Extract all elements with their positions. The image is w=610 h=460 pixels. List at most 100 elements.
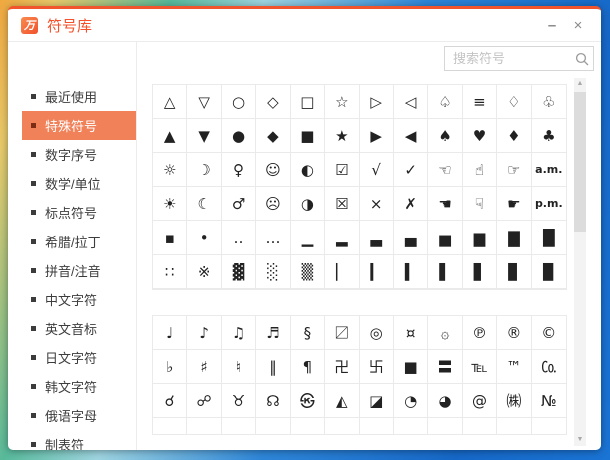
symbol-cell[interactable]: ░ bbox=[256, 255, 290, 289]
symbol-cell[interactable]: ㉿ bbox=[291, 384, 325, 418]
symbol-cell[interactable]: ◭ bbox=[325, 384, 359, 418]
symbol-cell[interactable]: ◔ bbox=[394, 384, 428, 418]
symbol-cell[interactable]: ▏ bbox=[325, 255, 359, 289]
symbol-cell[interactable]: ▲ bbox=[153, 119, 187, 153]
symbol-cell[interactable]: ※ bbox=[187, 255, 221, 289]
symbol-cell[interactable]: ☌ bbox=[153, 384, 187, 418]
sidebar-item-english-phonetic[interactable]: 英文音标 bbox=[22, 314, 136, 343]
symbol-cell[interactable]: ♠ bbox=[428, 119, 462, 153]
symbol-cell[interactable]: ㏇ bbox=[532, 350, 566, 384]
symbol-cell[interactable]: ▎ bbox=[360, 255, 394, 289]
symbol-cell[interactable]: ☝ bbox=[463, 153, 497, 187]
symbol-cell[interactable]: ▼ bbox=[187, 119, 221, 153]
symbol-cell[interactable]: ≡ bbox=[463, 85, 497, 119]
sidebar-item-japanese-chars[interactable]: 日文字符 bbox=[22, 343, 136, 372]
minimize-button[interactable]: – bbox=[539, 14, 565, 36]
symbol-cell[interactable]: ▽ bbox=[187, 85, 221, 119]
symbol-cell[interactable]: ◎ bbox=[360, 316, 394, 350]
symbol-cell[interactable]: ♭ bbox=[153, 350, 187, 384]
symbol-cell[interactable]: ♬ bbox=[256, 316, 290, 350]
symbol-cell[interactable]: ☀ bbox=[153, 187, 187, 221]
symbol-cell[interactable]: ▍ bbox=[394, 255, 428, 289]
scrollbar[interactable]: ▲ ▼ bbox=[574, 78, 586, 446]
sidebar-item-recent[interactable]: 最近使用 bbox=[22, 82, 136, 111]
symbol-cell[interactable]: ☾ bbox=[187, 187, 221, 221]
symbol-cell[interactable]: ¶ bbox=[291, 350, 325, 384]
symbol-cell[interactable]: ♤ bbox=[428, 85, 462, 119]
symbol-cell[interactable]: ♀ bbox=[222, 153, 256, 187]
sidebar-item-math-unit[interactable]: 数学/单位 bbox=[22, 169, 136, 198]
symbol-cell[interactable]: ☟ bbox=[463, 187, 497, 221]
symbol-cell[interactable]: ✓ bbox=[394, 153, 428, 187]
symbol-cell[interactable]: ♉ bbox=[222, 384, 256, 418]
symbol-cell[interactable]: ◕ bbox=[428, 384, 462, 418]
symbol-cell[interactable]: ♮ bbox=[222, 350, 256, 384]
symbol-cell[interactable]: ☒ bbox=[325, 187, 359, 221]
symbol-cell[interactable]: ▶ bbox=[360, 119, 394, 153]
sidebar-item-russian-letters[interactable]: 俄语字母 bbox=[22, 401, 136, 430]
symbol-cell[interactable]: p.m. bbox=[532, 187, 566, 221]
symbol-cell[interactable]: ▂ bbox=[325, 221, 359, 255]
symbol-cell[interactable]: ‖ bbox=[256, 350, 290, 384]
symbol-cell[interactable]: 〼 bbox=[325, 316, 359, 350]
close-button[interactable]: × bbox=[565, 14, 591, 36]
scroll-up-icon[interactable]: ▲ bbox=[577, 78, 584, 90]
symbol-cell[interactable]: ▪ bbox=[153, 221, 187, 255]
sidebar-item-korean-chars[interactable]: 韩文字符 bbox=[22, 372, 136, 401]
symbol-cell[interactable]: ☺ bbox=[256, 153, 290, 187]
symbol-cell[interactable]: ★ bbox=[325, 119, 359, 153]
sidebar-item-chinese-chars[interactable]: 中文字符 bbox=[22, 285, 136, 314]
symbol-cell[interactable]: ♯ bbox=[187, 350, 221, 384]
symbol-cell[interactable]: × bbox=[360, 187, 394, 221]
symbol-cell[interactable]: ☜ bbox=[428, 153, 462, 187]
symbol-cell[interactable]: ◑ bbox=[291, 187, 325, 221]
symbol-cell[interactable]: ▄ bbox=[394, 221, 428, 255]
symbol-cell[interactable]: ■ bbox=[291, 119, 325, 153]
symbol-cell[interactable]: ▌ bbox=[428, 255, 462, 289]
symbol-cell[interactable]: ▇ bbox=[497, 221, 531, 255]
symbol-cell[interactable]: ■ bbox=[394, 350, 428, 384]
symbol-cell[interactable]: ♂ bbox=[222, 187, 256, 221]
symbol-cell[interactable]: ▅ bbox=[428, 221, 462, 255]
symbol-cell[interactable]: ♧ bbox=[532, 85, 566, 119]
sidebar-item-special[interactable]: 特殊符号 bbox=[22, 111, 136, 140]
symbol-cell[interactable]: § bbox=[291, 316, 325, 350]
symbol-cell[interactable]: ☚ bbox=[428, 187, 462, 221]
symbol-cell[interactable]: ▁ bbox=[291, 221, 325, 255]
symbol-cell[interactable]: √ bbox=[360, 153, 394, 187]
symbol-cell[interactable]: ☹ bbox=[256, 187, 290, 221]
symbol-cell[interactable]: ☞ bbox=[497, 153, 531, 187]
scrollbar-track[interactable] bbox=[574, 90, 586, 434]
symbol-cell[interactable]: … bbox=[256, 221, 290, 255]
symbol-cell[interactable]: ▷ bbox=[360, 85, 394, 119]
symbol-cell[interactable]: ▆ bbox=[463, 221, 497, 255]
symbol-cell[interactable]: 卍 bbox=[325, 350, 359, 384]
sidebar-item-numeric-ordinal[interactable]: 数字序号 bbox=[22, 140, 136, 169]
sidebar-item-punctuation[interactable]: 标点符号 bbox=[22, 198, 136, 227]
symbol-cell[interactable]: ۞ bbox=[428, 316, 462, 350]
symbol-cell[interactable]: ▓ bbox=[222, 255, 256, 289]
sidebar-item-pinyin-zhuyin[interactable]: 拼音/注音 bbox=[22, 256, 136, 285]
symbol-cell[interactable]: ☑ bbox=[325, 153, 359, 187]
symbol-cell[interactable]: ○ bbox=[222, 85, 256, 119]
symbol-cell[interactable]: ☊ bbox=[256, 384, 290, 418]
symbol-cell[interactable]: ♪ bbox=[187, 316, 221, 350]
symbol-cell[interactable]: ® bbox=[497, 316, 531, 350]
symbol-cell[interactable]: ◐ bbox=[291, 153, 325, 187]
symbol-cell[interactable]: █ bbox=[532, 221, 566, 255]
scrollbar-thumb[interactable] bbox=[574, 92, 586, 232]
symbol-cell[interactable]: ▋ bbox=[463, 255, 497, 289]
symbol-cell[interactable]: ☆ bbox=[325, 85, 359, 119]
symbol-cell[interactable]: ☼ bbox=[153, 153, 187, 187]
symbol-cell[interactable]: ◪ bbox=[360, 384, 394, 418]
symbol-cell[interactable]: ∷ bbox=[153, 255, 187, 289]
symbol-cell[interactable]: ▊ bbox=[497, 255, 531, 289]
symbol-cell[interactable]: ‥ bbox=[222, 221, 256, 255]
symbol-cell[interactable]: ¤ bbox=[394, 316, 428, 350]
symbol-cell[interactable]: ♫ bbox=[222, 316, 256, 350]
symbol-cell[interactable]: № bbox=[532, 384, 566, 418]
symbol-cell[interactable]: ◁ bbox=[394, 85, 428, 119]
symbol-cell[interactable]: ▃ bbox=[360, 221, 394, 255]
symbol-cell[interactable]: • bbox=[187, 221, 221, 255]
symbol-cell[interactable]: 〓 bbox=[428, 350, 462, 384]
